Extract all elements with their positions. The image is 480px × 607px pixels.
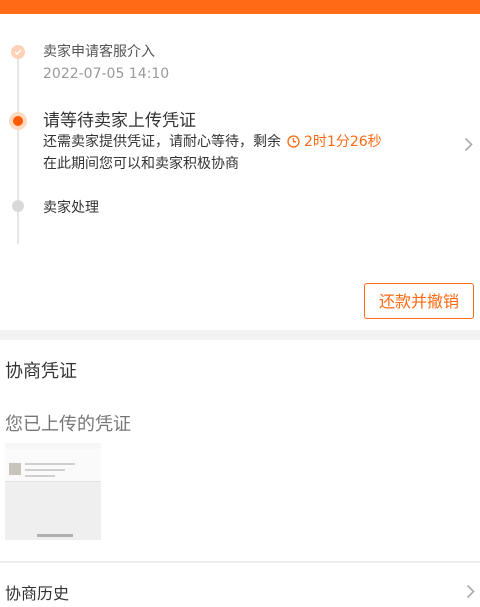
uploaded-evidence-label: 您已上传的凭证 xyxy=(5,414,131,435)
step-title: 卖家申请客服介入 xyxy=(43,44,155,60)
timeline-line xyxy=(17,212,19,244)
refund-revoke-button[interactable]: 还款并撤销 xyxy=(364,283,474,319)
thumbnail-line xyxy=(25,469,65,471)
top-status-bar xyxy=(0,0,480,14)
check-icon xyxy=(11,45,25,59)
step-title-active: 请等待卖家上传凭证 xyxy=(43,111,196,131)
thumbnail-picture xyxy=(9,463,21,475)
wait-notice: 还需卖家提供凭证，请耐心等待，剩余 xyxy=(43,134,281,150)
step-title: 卖家处理 xyxy=(43,200,99,216)
clock-icon xyxy=(287,135,300,152)
thumbnail-bar xyxy=(37,534,73,537)
progress-timeline: 卖家申请客服介入 2022-07-05 14:10 请等待卖家上传凭证 还需卖家… xyxy=(0,14,480,330)
timeline-line xyxy=(17,52,19,112)
chevron-right-icon[interactable] xyxy=(464,137,473,152)
history-section-title[interactable]: 协商历史 xyxy=(5,580,69,604)
step-description: 还需卖家提供凭证，请耐心等待，剩余 2时1分26秒 xyxy=(43,131,382,152)
evidence-section-title: 协商凭证 xyxy=(5,361,77,382)
evidence-thumbnail[interactable] xyxy=(5,443,101,540)
timeline-line xyxy=(17,130,19,200)
active-step-dot xyxy=(9,112,27,130)
thumbnail-line xyxy=(25,463,75,465)
step-hint: 在此期间您可以和卖家积极协商 xyxy=(43,156,239,172)
chevron-right-icon[interactable] xyxy=(466,584,475,599)
thumbnail-content xyxy=(5,449,101,482)
countdown-timer: 2时1分26秒 xyxy=(304,134,382,150)
section-divider xyxy=(0,561,480,563)
section-divider xyxy=(0,330,480,340)
pending-step-dot xyxy=(12,200,24,212)
thumbnail-line xyxy=(25,475,55,477)
step-time: 2022-07-05 14:10 xyxy=(43,66,170,82)
